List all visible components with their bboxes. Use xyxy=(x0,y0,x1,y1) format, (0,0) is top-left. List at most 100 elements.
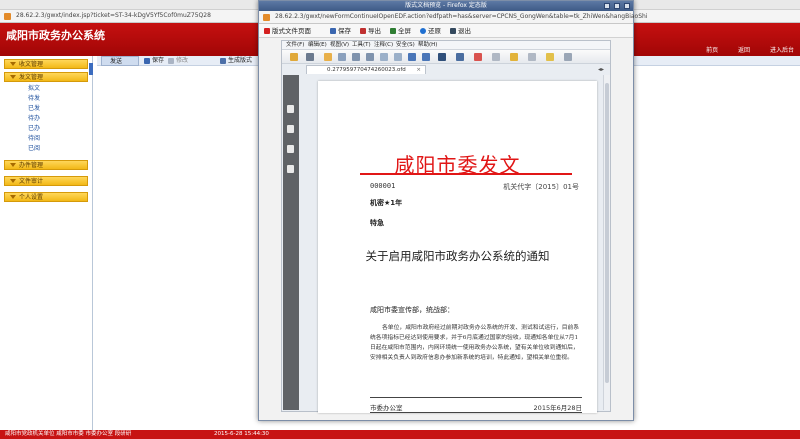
fit-width-icon[interactable] xyxy=(394,53,402,61)
sidebar-menu-label: 收文管理 xyxy=(19,61,44,68)
popup-titlebar[interactable]: 版式文档预览 - Firefox 定态版 xyxy=(259,1,633,11)
print-icon[interactable] xyxy=(306,53,314,61)
save-label: 保存 xyxy=(152,57,165,64)
header-link-admin[interactable]: 进入后台 xyxy=(770,47,794,54)
hand-icon[interactable] xyxy=(324,53,332,61)
menu-annotate[interactable]: 注释(C) xyxy=(374,41,393,50)
edit-button[interactable]: 修改 xyxy=(167,56,188,66)
document-tab[interactable]: 0.277959770474260023.ofd × xyxy=(306,65,426,74)
scrollbar-thumb[interactable] xyxy=(605,83,609,383)
highlight-icon[interactable] xyxy=(474,53,482,61)
attachment-icon[interactable] xyxy=(287,145,294,153)
sidebar-menu-label: 文件审计 xyxy=(19,178,44,185)
sidebar-item-todo[interactable]: 待办 xyxy=(28,114,40,124)
restore-icon xyxy=(420,28,426,34)
header-link-front[interactable]: 前页 xyxy=(706,47,718,54)
header-links: 前页 返回 进入后台 xyxy=(688,45,794,54)
pen-icon[interactable] xyxy=(438,53,446,61)
status-bar: 咸阳市党政机关单位 咸阳市市委 市委办公室 段研研 2015-6-28 15:4… xyxy=(0,430,800,439)
save-icon xyxy=(330,28,336,34)
generate-format-label: 生成版式 xyxy=(228,57,253,64)
minimize-icon[interactable] xyxy=(604,3,611,9)
dispatch-submenu: 拟文 待发 已发 待办 已办 待阅 已阅 xyxy=(28,84,40,154)
export-button[interactable]: 导出 xyxy=(359,26,381,36)
more-icon[interactable] xyxy=(564,53,572,61)
sidebar-item-sent[interactable]: 已发 xyxy=(28,104,40,114)
document-date: 2015年6月28日 xyxy=(533,404,582,412)
select-icon[interactable] xyxy=(338,53,346,61)
popup-url-text[interactable]: 28.62.2.3/gwxt/newFormContinueIOpenEDF.a… xyxy=(275,13,648,20)
header-link-back[interactable]: 返回 xyxy=(738,47,750,54)
next-page-icon[interactable] xyxy=(422,53,430,61)
maximize-icon[interactable] xyxy=(614,3,621,9)
annotation-icon[interactable] xyxy=(287,165,294,173)
status-user-text: 咸阳市党政机关单位 咸阳市市委 市委办公室 段研研 xyxy=(5,431,132,437)
close-icon[interactable] xyxy=(624,3,630,9)
fullscreen-label: 全屏 xyxy=(398,27,411,35)
close-icon[interactable]: × xyxy=(416,66,421,75)
tab-list-icon[interactable]: ◂▸ xyxy=(598,66,604,73)
zoom-out-icon[interactable] xyxy=(366,53,374,61)
red-separator-line xyxy=(360,173,572,175)
chevron-down-icon xyxy=(10,179,16,183)
bookmark-icon[interactable] xyxy=(287,125,294,133)
menu-help[interactable]: 帮助(H) xyxy=(418,41,437,50)
sidebar-menu-receive[interactable]: 收文管理 xyxy=(4,59,88,69)
bg-url-text[interactable]: 28.62.2.3/gwxt/index.jsp?ticket=ST-34-kD… xyxy=(16,12,211,19)
document-issuance-code: 机关代字〔2015〕01号 xyxy=(503,183,579,191)
sidebar-item-draft[interactable]: 拟文 xyxy=(28,84,40,94)
sidebar-collapse-handle[interactable] xyxy=(89,63,93,75)
viewer-menubar: 文件(F) 编辑(E) 视图(V) 工具(T) 注释(C) 安全(S) 帮助(H… xyxy=(282,41,610,50)
fullscreen-button[interactable]: 全屏 xyxy=(389,26,411,36)
sidebar-menu-cases[interactable]: 办件管理 xyxy=(4,160,88,170)
sign-icon[interactable] xyxy=(546,53,554,61)
sidebar-menu-dispatch[interactable]: 发文管理 xyxy=(4,72,88,82)
zoom-in-icon[interactable] xyxy=(352,53,360,61)
sidebar-menu-settings[interactable]: 个人设置 xyxy=(4,192,88,202)
chevron-down-icon xyxy=(10,62,16,66)
generate-format-button[interactable]: 生成版式 xyxy=(219,56,252,66)
thumbnail-icon[interactable] xyxy=(287,105,294,113)
format-page-button[interactable]: 版式文件页面 xyxy=(263,26,311,36)
print-icon xyxy=(220,58,226,64)
menu-edit[interactable]: 编辑(E) xyxy=(308,41,327,50)
restore-button[interactable]: 还原 xyxy=(419,26,441,36)
fit-page-icon[interactable] xyxy=(380,53,388,61)
menu-file[interactable]: 文件(F) xyxy=(286,41,304,50)
site-icon xyxy=(4,13,11,20)
restore-label: 还原 xyxy=(428,27,441,35)
prev-page-icon[interactable] xyxy=(408,53,416,61)
sidebar-menu-label: 个人设置 xyxy=(19,194,44,201)
footer-line-top xyxy=(370,397,582,398)
format-page-label: 版式文件页面 xyxy=(272,27,311,35)
line-icon[interactable] xyxy=(456,53,464,61)
save-button[interactable]: 保存 xyxy=(143,56,164,66)
note-icon[interactable] xyxy=(510,53,518,61)
sidebar-item-read[interactable]: 已阅 xyxy=(28,144,40,154)
sidebar-menu-label: 发文管理 xyxy=(19,74,44,81)
open-folder-icon[interactable] xyxy=(290,53,298,61)
vertical-scrollbar[interactable] xyxy=(603,75,610,410)
send-button[interactable]: 发送 xyxy=(101,56,139,66)
document-serial-number: 000001 xyxy=(370,182,396,190)
stamp-icon[interactable] xyxy=(528,53,536,61)
document-addressee: 咸阳市委宣传部，统战部： xyxy=(370,306,454,314)
chevron-down-icon xyxy=(10,75,16,79)
popup-toolbar: 版式文件页面 保存 导出 全屏 还原 退出 xyxy=(259,24,633,38)
menu-tools[interactable]: 工具(T) xyxy=(352,41,371,50)
menu-view[interactable]: 视图(V) xyxy=(330,41,349,50)
popup-address-bar[interactable]: 28.62.2.3/gwxt/newFormContinueIOpenEDF.a… xyxy=(259,11,648,24)
sidebar-item-to-read[interactable]: 待阅 xyxy=(28,134,40,144)
edit-label: 修改 xyxy=(176,57,189,64)
text-icon[interactable] xyxy=(492,53,500,61)
menu-security[interactable]: 安全(S) xyxy=(396,41,415,50)
popup-save-button[interactable]: 保存 xyxy=(329,26,351,36)
viewer-toolbar xyxy=(282,50,610,64)
exit-button[interactable]: 退出 xyxy=(449,26,471,36)
fullscreen-icon xyxy=(390,28,396,34)
sidebar-menu-audit[interactable]: 文件审计 xyxy=(4,176,88,186)
sidebar-item-to-send[interactable]: 待发 xyxy=(28,94,40,104)
site-icon xyxy=(263,14,270,21)
document-issuer: 市委办公室 xyxy=(370,404,403,412)
sidebar-item-done[interactable]: 已办 xyxy=(28,124,40,134)
